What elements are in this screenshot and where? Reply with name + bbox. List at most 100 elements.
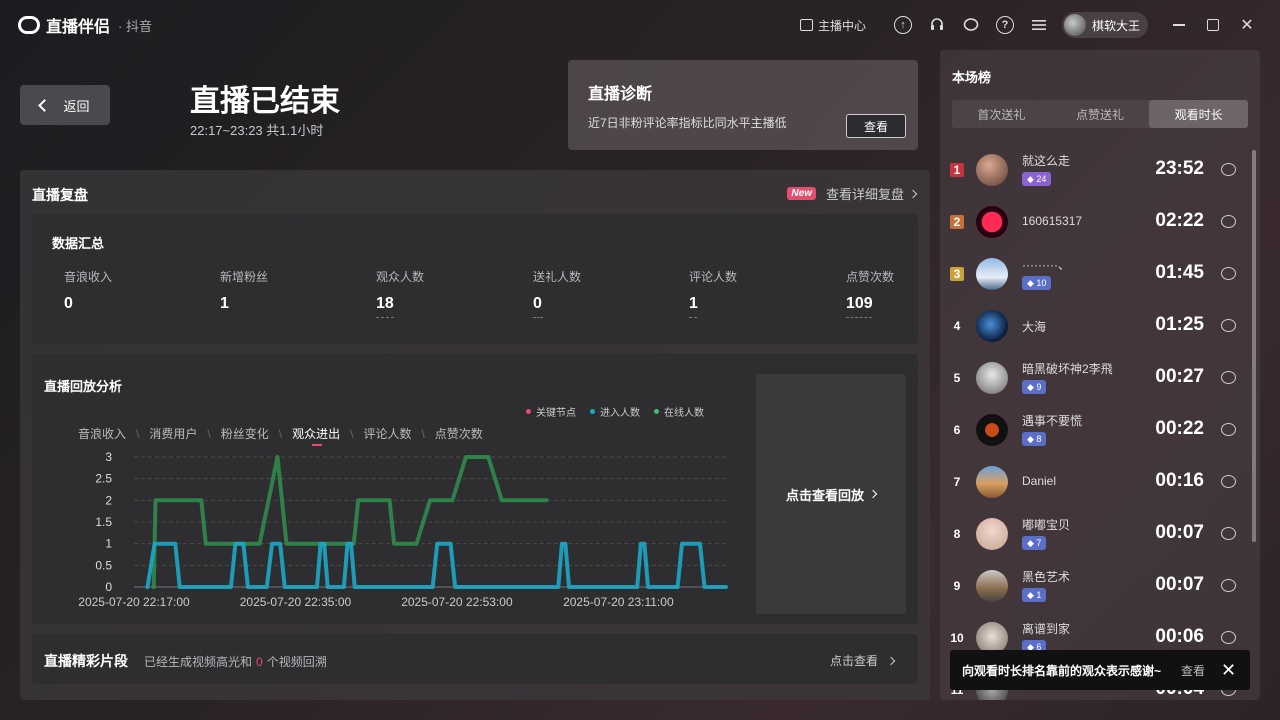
rank-number: 2 [950,215,964,229]
avatar[interactable] [976,258,1008,290]
avatar[interactable] [976,466,1008,498]
message-icon[interactable] [962,16,980,34]
tab-viewer-flow[interactable]: 观众进出 \ [292,425,363,446]
chat-icon[interactable] [1221,319,1236,332]
chat-icon[interactable] [1221,163,1236,176]
stat-value: 1 [220,295,229,312]
streamer-center-link[interactable]: 主播中心 [799,17,866,34]
watch-time: 01:25 [1155,314,1204,335]
avatar [1063,14,1086,36]
avatar[interactable] [976,362,1008,394]
ranking-row[interactable]: 3 ·········、 ◆ 10 01:45 [940,248,1250,300]
tab-consumers[interactable]: 消费用户 \ [149,425,220,442]
close-button[interactable]: ✕ [1230,8,1264,42]
chat-icon[interactable] [1221,267,1236,280]
rank-number: 6 [953,423,961,437]
avatar[interactable] [976,154,1008,186]
tab-first-gift[interactable]: 首次送礼 [952,100,1051,128]
tab-like-gift[interactable]: 点赞送礼 [1051,100,1150,128]
diagnosis-desc: 近7日非粉评论率指标比同水平主播低 [588,116,787,130]
avatar[interactable] [976,518,1008,550]
diamond-icon: ◆ [1027,173,1037,184]
replay-analysis-card: 直播回放分析 关键节点 进入人数 在线人数 音浪收入 \ 消费用户 \ 粉丝变化 \ … [32,354,918,624]
watch-time: 00:16 [1155,470,1204,491]
legend-dot [526,409,531,414]
chat-icon[interactable] [1221,475,1236,488]
ranking-scrollbar[interactable] [1252,150,1256,542]
ranking-row[interactable]: 7 Daniel 00:16 [940,456,1250,508]
x-tick-label: 2025-07-20 22:35:00 [240,595,352,609]
diamond-icon: ◆ [1027,381,1037,392]
highlights-card: 直播精彩片段 已经生成视频高光和 0 个视频回溯 点击查看 [32,634,918,684]
viewer-name: 160615317 [1022,214,1083,228]
app-logo: 直播伴侣 · 抖音 [18,13,152,37]
fan-level-badge: ◆ 24 [1022,172,1052,186]
chat-icon[interactable] [1221,631,1236,644]
tab-label: 评论人数 [363,427,412,441]
chat-icon[interactable] [1221,423,1236,436]
tab-likes[interactable]: 点赞次数 [435,425,483,442]
highlights-link-label: 点击查看 [829,654,878,668]
replay-detail-link[interactable]: New 查看详细复盘 [787,184,918,203]
user-profile[interactable]: 棋软大王 [1061,12,1148,38]
ranking-row[interactable]: 8 嘟嘟宝贝 ◆ 7 00:07 [940,508,1250,560]
watch-time: 00:27 [1155,366,1204,387]
x-tick-label: 2025-07-20 22:53:00 [401,595,513,609]
stat-underline [376,317,394,318]
upload-icon[interactable]: ↑ [893,16,912,34]
stat-value: 109 [846,295,873,312]
x-tick-label: 2025-07-20 22:17:00 [78,595,190,609]
maximize-button[interactable] [1196,8,1230,42]
chat-icon[interactable] [1221,371,1236,384]
stat-underline [533,317,543,318]
back-button[interactable]: 返回 [20,85,110,125]
highlights-desc: 已经生成视频高光和 0 个视频回溯 [144,653,327,670]
stat-label: 评论人数 [689,270,738,284]
ranking-row[interactable]: 5 暗黑破坏神2李飛 ◆ 9 00:27 [940,352,1250,404]
stat-underline [846,317,872,318]
fan-level-badge: ◆ 9 [1022,380,1047,394]
legend-entries: 进入人数 [590,404,640,419]
ranking-row[interactable]: 9 黑色艺术 ◆ 1 00:07 [940,560,1250,612]
headset-icon[interactable] [928,16,946,34]
viewer-flow-chart[interactable]: 3 2.5 2 1.5 1 0.5 02025-07-20 22:17:00 2025-07-… [32,444,752,614]
chat-icon[interactable] [1221,579,1236,592]
legend-label: 在线人数 [664,408,704,419]
chat-icon[interactable] [1221,215,1236,228]
avatar[interactable] [976,206,1008,238]
close-icon[interactable]: ✕ [1221,660,1236,681]
stat-viewers[interactable]: 观众人数 18 [376,268,424,318]
avatar[interactable] [976,414,1008,446]
tab-income[interactable]: 音浪收入 \ [78,425,149,442]
ranking-row[interactable]: 2 160615317 02:22 [940,196,1250,248]
badge-level: 10 [1036,278,1047,288]
highlights-view-link[interactable]: 点击查看 [829,652,896,669]
ranking-list: 1 就这么走 ◆ 24 23:52 2 160615317 02:22 3 ·········、… [940,144,1250,700]
toast-view-button[interactable]: 查看 [1181,662,1205,679]
diagnosis-view-button[interactable]: 查看 [846,114,906,138]
tab-fans[interactable]: 粉丝变化 \ [221,425,292,442]
help-icon[interactable]: ? [995,16,1014,34]
ranking-row[interactable]: 4 大海 01:25 [940,300,1250,352]
legend-dot [590,409,595,414]
tab-comments[interactable]: 评论人数 \ [363,425,434,442]
stat-gifters[interactable]: 送礼人数 0 [533,268,581,318]
header-panel: 返回 直播已结束 22:17~23:23 共1.1小时 直播诊断 近7日非粉评论… [0,50,930,160]
tab-watch-time[interactable]: 观看时长 [1149,100,1249,128]
menu-icon[interactable] [1030,16,1048,34]
stat-commenters[interactable]: 评论人数 1 [689,268,737,318]
minimize-button[interactable] [1162,8,1196,42]
toast-text: 向观看时长排名靠前的观众表示感谢~ [962,663,1162,678]
stat-likes[interactable]: 点赞次数 109 [846,268,894,318]
stat-label: 音浪收入 [64,270,113,284]
back-label: 返回 [63,98,90,114]
chat-icon[interactable] [1221,527,1236,540]
platform-label: · 抖音 [118,18,152,34]
ranking-row[interactable]: 1 就这么走 ◆ 24 23:52 [940,144,1250,196]
avatar[interactable] [976,310,1008,342]
view-replay-button[interactable]: 点击查看回放 [756,374,906,614]
rank-number: 3 [950,267,964,281]
ranking-panel: 本场榜 首次送礼 点赞送礼 观看时长 1 就这么走 ◆ 24 23:52 2 160615… [940,50,1260,700]
ranking-row[interactable]: 6 遇事不要慌 ◆ 8 00:22 [940,404,1250,456]
avatar[interactable] [976,570,1008,602]
